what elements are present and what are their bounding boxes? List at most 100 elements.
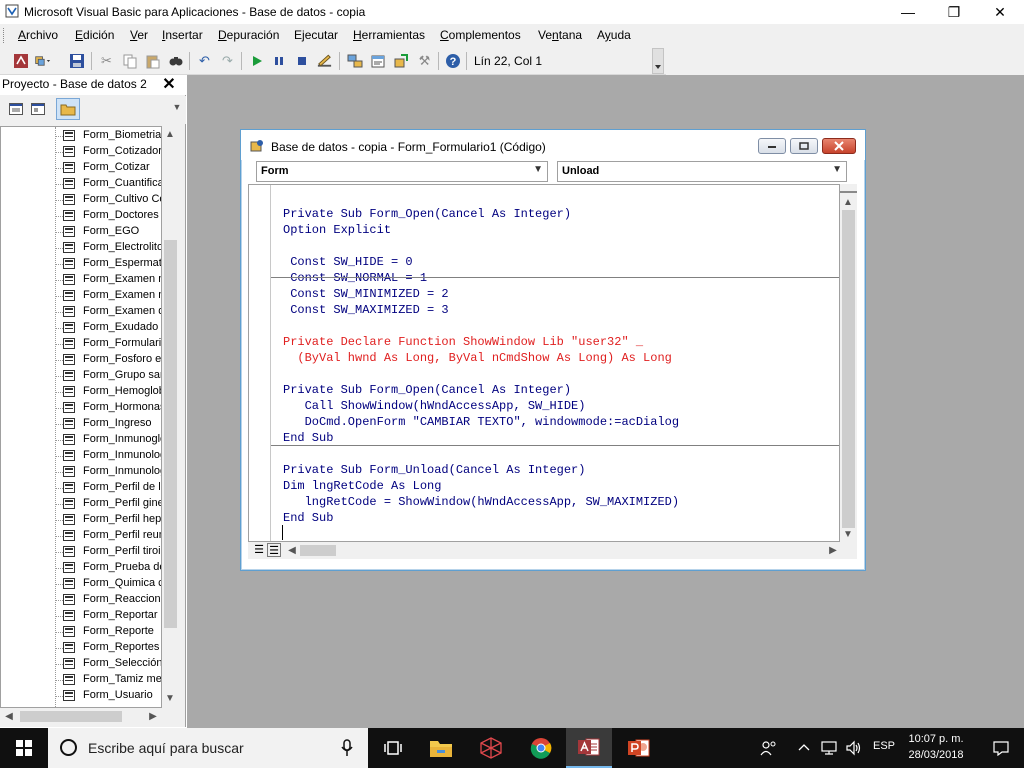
menu-depuracion[interactable]: Depuración bbox=[218, 28, 279, 42]
code-line[interactable]: (ByVal hwnd As Long, ByVal nCmdShow As L… bbox=[283, 350, 671, 366]
scroll-up-arrow-icon[interactable]: ▲ bbox=[841, 196, 855, 210]
menu-herramientas[interactable]: Herramientas bbox=[353, 28, 425, 42]
tree-item-form[interactable]: Form_Exudado bbox=[55, 320, 161, 336]
run-icon[interactable] bbox=[248, 52, 265, 69]
cut-icon[interactable]: ✂ bbox=[98, 52, 115, 69]
code-line[interactable]: Const SW_MINIMIZED = 2 bbox=[283, 286, 448, 302]
view-object-icon[interactable] bbox=[28, 100, 48, 118]
project-explorer-close-button[interactable]: ✕ bbox=[160, 76, 178, 94]
3d-builder-icon[interactable] bbox=[468, 728, 514, 768]
code-line[interactable]: Private Sub Form_Open(Cancel As Integer) bbox=[283, 382, 571, 398]
powerpoint-icon[interactable] bbox=[616, 728, 662, 768]
scroll-up-arrow-icon[interactable]: ▲ bbox=[163, 128, 177, 142]
code-line[interactable]: DoCmd.OpenForm "CAMBIAR TEXTO", windowmo… bbox=[283, 414, 679, 430]
tree-item-form[interactable]: Form_Examen qu bbox=[55, 304, 161, 320]
code-window-restore-button[interactable] bbox=[790, 138, 818, 154]
reset-icon[interactable] bbox=[293, 52, 310, 69]
object-browser-icon[interactable] bbox=[392, 52, 409, 69]
save-icon[interactable] bbox=[68, 52, 85, 69]
network-icon[interactable] bbox=[820, 740, 838, 759]
tree-item-form[interactable]: Form_Inmunolog bbox=[55, 464, 161, 480]
people-icon[interactable] bbox=[760, 740, 778, 759]
tree-item-form[interactable]: Form_Perfil de lip bbox=[55, 480, 161, 496]
file-explorer-icon[interactable] bbox=[418, 728, 464, 768]
toolbar-overflow-chevron-icon[interactable]: ▼ bbox=[170, 100, 184, 114]
code-line[interactable]: Dim lngRetCode As Long bbox=[283, 478, 441, 494]
help-icon[interactable]: ? bbox=[444, 52, 461, 69]
procedure-view-icon[interactable]: ☰ bbox=[252, 543, 266, 557]
tree-item-form[interactable]: Form_Electrolitos bbox=[55, 240, 161, 256]
taskbar-search-box[interactable]: Escribe aquí para buscar bbox=[48, 728, 368, 768]
system-clock[interactable]: 10:07 p. m. 28/03/2018 bbox=[900, 731, 972, 765]
object-combo[interactable]: Form ▼ bbox=[256, 161, 548, 182]
start-button[interactable] bbox=[0, 728, 48, 768]
undo-icon[interactable]: ↶ bbox=[196, 52, 213, 69]
tree-item-form[interactable]: Form_Perfil tiroic bbox=[55, 544, 161, 560]
project-tree-hscroll-thumb[interactable] bbox=[20, 711, 122, 722]
code-line[interactable]: Const SW_NORMAL = 1 bbox=[283, 270, 427, 286]
insert-dropdown-icon[interactable] bbox=[34, 52, 51, 69]
tree-item-form[interactable]: Form_Perfil gine bbox=[55, 496, 161, 512]
scroll-down-arrow-icon[interactable]: ▼ bbox=[163, 692, 177, 706]
toggle-folders-icon[interactable] bbox=[56, 98, 80, 120]
tree-item-form[interactable]: Form_Reportes bbox=[55, 640, 161, 656]
project-explorer-icon[interactable] bbox=[346, 52, 363, 69]
code-line[interactable]: Call ShowWindow(hWndAccessApp, SW_HIDE) bbox=[283, 398, 586, 414]
find-icon[interactable] bbox=[167, 52, 184, 69]
volume-icon[interactable] bbox=[845, 740, 863, 759]
minimize-button[interactable]: — bbox=[885, 0, 931, 24]
code-line[interactable]: Const SW_MAXIMIZED = 3 bbox=[283, 302, 448, 318]
access-icon[interactable] bbox=[12, 52, 29, 69]
menu-ver[interactable]: Ver bbox=[130, 28, 148, 42]
tree-item-form[interactable]: Form_Doctores bbox=[55, 208, 161, 224]
tree-item-form[interactable]: Form_Selección bbox=[55, 656, 161, 672]
tree-item-form[interactable]: Form_Hemoglobi bbox=[55, 384, 161, 400]
scroll-right-arrow-icon[interactable]: ▶ bbox=[146, 710, 160, 724]
code-line[interactable]: End Sub bbox=[283, 510, 333, 526]
code-line[interactable]: Private Sub Form_Open(Cancel As Integer) bbox=[283, 206, 571, 222]
menu-archivo[interactable]: Archivo bbox=[18, 28, 58, 42]
code-pane-splitter[interactable] bbox=[840, 184, 857, 193]
close-button[interactable]: ✕ bbox=[977, 0, 1023, 24]
scroll-down-arrow-icon[interactable]: ▼ bbox=[841, 528, 855, 542]
tree-item-form[interactable]: Form_Reporte bbox=[55, 624, 161, 640]
tree-item-form[interactable]: Form_Inmunoglo bbox=[55, 432, 161, 448]
task-view-icon[interactable] bbox=[370, 728, 416, 768]
menu-ejecutar[interactable]: Ejecutar bbox=[294, 28, 338, 42]
tree-item-form[interactable]: Form_Espermato bbox=[55, 256, 161, 272]
code-window-close-button[interactable] bbox=[822, 138, 856, 154]
menu-ventana[interactable]: Ventana bbox=[538, 28, 582, 42]
tree-item-form[interactable]: Form_Usuario bbox=[55, 688, 161, 704]
code-line[interactable]: Const SW_HIDE = 0 bbox=[283, 254, 412, 270]
procedure-combo[interactable]: Unload ▼ bbox=[557, 161, 847, 182]
properties-icon[interactable] bbox=[369, 52, 386, 69]
tree-item-form[interactable]: Form_Tamiz met bbox=[55, 672, 161, 688]
menu-ayuda[interactable]: Ayuda bbox=[597, 28, 631, 42]
tree-item-form[interactable]: Form_Reaccione bbox=[55, 592, 161, 608]
tree-item-form[interactable]: Form_Cultivo Ce bbox=[55, 192, 161, 208]
show-hidden-icons-chevron-icon[interactable] bbox=[798, 740, 810, 755]
code-line[interactable]: End Sub bbox=[283, 430, 333, 446]
menu-complementos[interactable]: Complementos bbox=[440, 28, 521, 42]
chrome-icon[interactable] bbox=[518, 728, 564, 768]
code-hscroll-thumb[interactable] bbox=[300, 545, 336, 556]
copy-icon[interactable] bbox=[121, 52, 138, 69]
tree-item-form[interactable]: Form_Cotizador bbox=[55, 144, 161, 160]
maximize-button[interactable]: ❐ bbox=[931, 0, 977, 24]
tree-item-form[interactable]: Form_Hormonas bbox=[55, 400, 161, 416]
menu-edicion[interactable]: Edición bbox=[75, 28, 114, 42]
microphone-icon[interactable] bbox=[341, 739, 353, 761]
tree-item-form[interactable]: Form_Inmunolog bbox=[55, 448, 161, 464]
code-horizontal-scrollbar[interactable] bbox=[248, 542, 857, 559]
tree-item-form[interactable]: Form_Examen m bbox=[55, 272, 161, 288]
scroll-right-arrow-icon[interactable]: ▶ bbox=[826, 544, 840, 558]
code-line[interactable]: Option Explicit bbox=[283, 222, 391, 238]
toolbox-icon[interactable]: ⚒ bbox=[416, 52, 433, 69]
tree-item-form[interactable]: Form_Fosforo er bbox=[55, 352, 161, 368]
tree-item-form[interactable]: Form_EGO bbox=[55, 224, 161, 240]
code-editor[interactable]: Private Sub Form_Open(Cancel As Integer)… bbox=[248, 184, 840, 542]
view-code-icon[interactable] bbox=[6, 100, 26, 118]
tree-item-form[interactable]: Form_Cotizar bbox=[55, 160, 161, 176]
code-line[interactable]: Private Declare Function ShowWindow Lib … bbox=[283, 334, 643, 350]
break-icon[interactable] bbox=[270, 52, 287, 69]
